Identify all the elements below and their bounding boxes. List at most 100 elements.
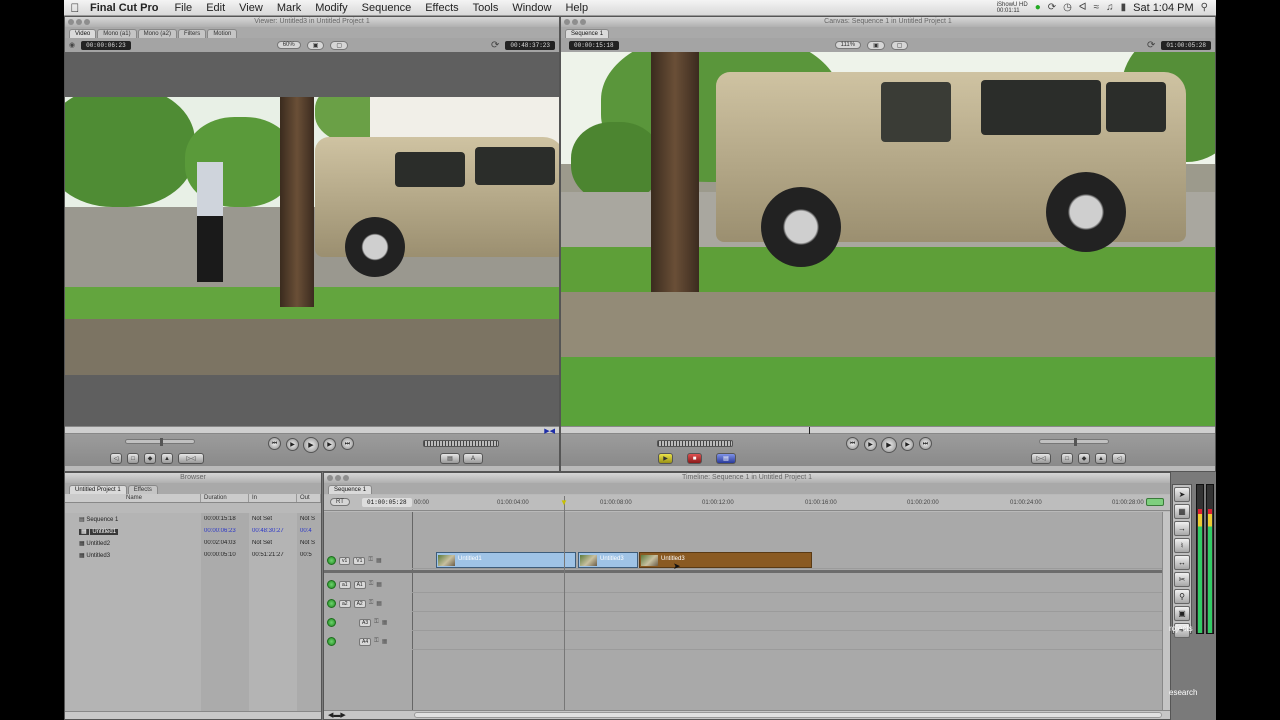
wifi-icon[interactable]: ≈ (1094, 2, 1100, 13)
browser-row-selected[interactable]: ▦ Untitled1 00:00:06:23 00:48:30:27 00:4 (65, 525, 321, 537)
auto-select-icon[interactable]: ▦ (376, 600, 382, 607)
slip-tool-icon[interactable]: ↔ (1174, 555, 1190, 570)
track-visibility-toggle[interactable] (327, 556, 336, 565)
tab-filters[interactable]: Filters (177, 29, 207, 38)
menu-help[interactable]: Help (565, 2, 588, 14)
time-machine-icon[interactable]: ◷ (1063, 2, 1072, 13)
audio-speaker-icon[interactable]: ◉ (69, 41, 75, 49)
apple-menu-icon[interactable]:  (64, 1, 86, 15)
source-patch-a1[interactable]: a1 (339, 580, 351, 589)
dest-patch-a3[interactable]: A3 (359, 618, 372, 627)
menu-mark[interactable]: Mark (277, 2, 301, 14)
track-visibility-toggle[interactable] (327, 580, 336, 589)
viewer-overlay-popup[interactable]: ▢ (330, 40, 349, 50)
menu-sequence[interactable]: Sequence (362, 2, 412, 14)
viewer-current-timecode[interactable]: 00:48:37:23 (505, 40, 555, 50)
zoom-tool-icon[interactable]: ⚲ (1174, 589, 1190, 604)
canvas-scrubber-bar[interactable] (561, 426, 1215, 434)
volume-icon[interactable]: ♫ (1106, 2, 1114, 13)
viewer-mark-clip-button[interactable]: □ (127, 453, 139, 464)
tab-mono-a1[interactable]: Mono (a1) (97, 29, 137, 38)
battery-icon[interactable]: ▮ (1121, 2, 1127, 13)
canvas-view-popup[interactable]: ▣ (867, 40, 885, 50)
tab-timeline-sequence-1[interactable]: Sequence 1 (328, 485, 373, 494)
canvas-play-button[interactable]: ▶ (881, 437, 897, 453)
razor-blade-tool-icon[interactable]: ✂ (1174, 572, 1190, 587)
viewer-scrubber-bar[interactable]: ▶◀ (65, 426, 559, 435)
canvas-add-marker-button[interactable]: ▲ (1095, 453, 1107, 464)
minimize-icon[interactable] (76, 19, 82, 25)
viewer-playhead-sync-icon[interactable]: ⟳ (491, 40, 499, 51)
column-in[interactable]: In (249, 494, 297, 502)
canvas-playhead-marker[interactable] (809, 427, 810, 434)
auto-select-icon[interactable]: ▦ (376, 581, 382, 588)
viewer-shuttle-control[interactable] (423, 440, 499, 447)
browser-row[interactable]: ▦ Untitled2 00:02:04:03 Not Set Not S (65, 537, 321, 549)
timeline-vertical-scrollbar[interactable] (1162, 512, 1170, 711)
timeline-clip-selected[interactable]: Untitled3 (639, 552, 812, 568)
menu-window[interactable]: Window (512, 2, 551, 14)
menu-view[interactable]: View (239, 2, 263, 14)
record-status-icon[interactable]: ● (1035, 2, 1041, 13)
minimize-icon[interactable] (335, 475, 341, 481)
canvas-mark-clip-button[interactable]: □ (1061, 453, 1073, 464)
roll-tool-icon[interactable]: ♮ (1174, 538, 1190, 553)
track-v1[interactable]: Untitled1 Untitled3 Untitled3 (412, 552, 1170, 569)
canvas-video[interactable] (561, 52, 1215, 426)
auto-select-icon[interactable]: ▦ (376, 557, 382, 564)
tab-mono-a2[interactable]: Mono (a2) (137, 29, 177, 38)
ishowu-status[interactable]: iShowU HD 00:01:11 (997, 2, 1028, 14)
canvas-zoom-popup[interactable]: 111% (834, 41, 862, 49)
dest-patch-v1[interactable]: V1 (353, 556, 366, 565)
viewer-video[interactable] (65, 52, 559, 426)
viewer-generator-button[interactable]: A (463, 453, 483, 464)
close-icon[interactable] (327, 475, 333, 481)
tab-project[interactable]: Untitled Project 1 (69, 485, 127, 494)
browser-horizontal-scrollbar[interactable] (65, 711, 321, 719)
menu-file[interactable]: File (174, 2, 192, 14)
playhead-handle-icon[interactable]: ▼ (560, 498, 568, 507)
selection-tool-icon[interactable]: ➤ (1174, 487, 1190, 502)
canvas-overwrite-button[interactable]: ■ (687, 453, 702, 464)
canvas-shuttle-control[interactable] (657, 440, 733, 447)
menu-modify[interactable]: Modify (315, 2, 347, 14)
track-visibility-toggle[interactable] (327, 599, 336, 608)
timeline-render-status-icon[interactable] (1146, 498, 1164, 506)
timeline-ruler[interactable]: 00:00 01:00:04:00 01:00:08:00 01:00:12:0… (412, 495, 1170, 510)
minimize-icon[interactable] (572, 19, 578, 25)
canvas-prev-edit-button[interactable]: ⏮ (846, 437, 859, 450)
source-patch-a2[interactable]: a2 (339, 599, 351, 608)
dest-patch-a1[interactable]: A1 (353, 580, 366, 589)
edit-selection-tool-icon[interactable]: ▦ (1174, 504, 1190, 519)
viewer-play-around-button[interactable]: ▶ (323, 438, 336, 451)
timeline-playhead[interactable] (564, 496, 565, 711)
canvas-add-keyframe-button[interactable]: ◆ (1078, 453, 1090, 464)
canvas-match-frame-button[interactable]: ◁ (1112, 453, 1126, 464)
spotlight-search-icon[interactable]: ⚲ (1201, 2, 1208, 13)
auto-select-icon[interactable]: ▦ (382, 619, 388, 626)
source-patch-v1[interactable]: v1 (339, 556, 351, 565)
lock-icon[interactable]: ⚿ (374, 619, 379, 626)
viewer-view-popup[interactable]: ▣ (306, 40, 325, 50)
column-name[interactable]: Name (65, 494, 201, 502)
canvas-play-around-button[interactable]: ▶ (901, 438, 914, 451)
canvas-next-edit-button[interactable]: ⏭ (919, 437, 932, 450)
viewer-prev-edit-button[interactable]: ⏮ (268, 437, 281, 450)
track-a3[interactable] (412, 614, 1170, 631)
track-visibility-toggle[interactable] (327, 637, 336, 646)
lock-icon[interactable]: ⚿ (368, 557, 373, 564)
menubar-clock[interactable]: Sat 1:04 PM (1133, 2, 1194, 14)
canvas-mark-in-out-button[interactable]: ▷◁ (1031, 453, 1051, 464)
viewer-zoom-popup[interactable]: 60% (276, 41, 301, 49)
tab-motion[interactable]: Motion (207, 29, 238, 38)
menu-edit[interactable]: Edit (206, 2, 225, 14)
dest-patch-a4[interactable]: A4 (359, 637, 372, 646)
menu-effects[interactable]: Effects (425, 2, 458, 14)
lock-icon[interactable]: ⚿ (369, 581, 374, 588)
app-menu[interactable]: Final Cut Pro (90, 2, 158, 14)
track-divider[interactable] (324, 570, 1170, 573)
timeline-horizontal-scrollbar[interactable] (414, 712, 1162, 718)
viewer-play-button[interactable]: ▶ (303, 437, 319, 453)
viewer-jog-control[interactable] (125, 438, 195, 446)
tab-video[interactable]: Video (69, 29, 97, 38)
